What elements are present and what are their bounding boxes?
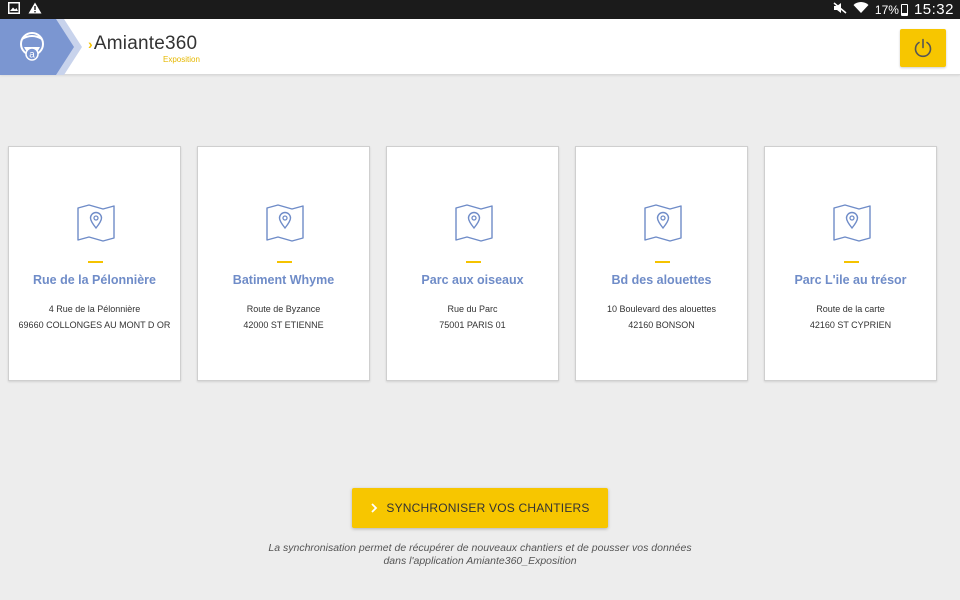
map-pin-icon	[644, 204, 682, 242]
battery-icon	[900, 3, 908, 16]
chantier-title: Bd des alouettes	[611, 273, 712, 287]
separator	[844, 261, 859, 263]
chantier-city: 42160 ST CYPRIEN	[809, 320, 892, 330]
map-pin-icon	[77, 204, 115, 242]
chevron-right-icon	[371, 503, 378, 513]
warning-icon	[28, 2, 42, 17]
chantier-title: Parc L'ile au trésor	[794, 273, 907, 287]
app-header: a ›Amiante360 Exposition	[0, 19, 960, 75]
power-icon	[914, 38, 932, 58]
sync-note-line1: La synchronisation permet de récupérer d…	[268, 542, 692, 554]
battery-percent: 17%	[874, 2, 899, 17]
brand-title: ›Amiante360	[88, 33, 197, 55]
chantier-title: Batiment Whyme	[232, 273, 335, 287]
separator	[466, 261, 481, 263]
chantier-city: 75001 PARIS 01	[439, 320, 506, 330]
brand-name: Amiante360	[93, 33, 198, 54]
power-button[interactable]	[900, 29, 946, 67]
separator	[88, 261, 103, 263]
chantier-city: 42160 BONSON	[628, 320, 695, 330]
brand-subtitle: Exposition	[163, 55, 200, 64]
separator	[277, 261, 292, 263]
sync-button[interactable]: SYNCHRONISER VOS CHANTIERS	[352, 488, 608, 528]
logo-letter: a	[29, 50, 35, 61]
chantier-city: 42000 ST ETIENNE	[243, 320, 324, 330]
chantier-card[interactable]: Batiment Whyme Route de Byzance 42000 ST…	[197, 146, 370, 381]
mute-icon	[833, 2, 847, 17]
chantier-city: 69660 COLLONGES AU MONT D OR	[18, 320, 171, 330]
map-pin-icon	[455, 204, 493, 242]
sync-button-label: SYNCHRONISER VOS CHANTIERS	[386, 501, 590, 515]
chantier-card[interactable]: Rue de la Pélonnière 4 Rue de la Pélonni…	[8, 146, 181, 381]
chantier-card[interactable]: Bd des alouettes 10 Boulevard des alouet…	[575, 146, 748, 381]
chantier-address: Route de la carte	[816, 304, 885, 314]
sync-note-line2: dans l'application Amiante360_Exposition	[383, 555, 577, 567]
chantier-address: 4 Rue de la Pélonnière	[48, 304, 141, 314]
chantier-card[interactable]: Parc L'ile au trésor Route de la carte 4…	[764, 146, 937, 381]
brand-chevron-icon: ›	[88, 36, 93, 52]
chantier-title: Rue de la Pélonnière	[33, 273, 156, 287]
separator	[655, 261, 670, 263]
map-pin-icon	[266, 204, 304, 242]
status-bar: 17% 15:32	[0, 0, 960, 19]
clock: 15:32	[913, 1, 954, 18]
gallery-icon	[8, 2, 20, 17]
chantier-list: Rue de la Pélonnière 4 Rue de la Pélonni…	[8, 146, 952, 381]
chantier-address: Route de Byzance	[246, 304, 321, 314]
map-pin-icon	[833, 204, 871, 242]
chantier-title: Parc aux oiseaux	[421, 273, 524, 287]
wifi-icon	[853, 2, 869, 17]
chantier-address: Rue du Parc	[447, 304, 498, 314]
chantier-card[interactable]: Parc aux oiseaux Rue du Parc 75001 PARIS…	[386, 146, 559, 381]
chantier-address: 10 Boulevard des alouettes	[606, 304, 717, 314]
sync-note: La synchronisation permet de récupérer d…	[0, 542, 960, 568]
app-logo: a	[0, 19, 84, 75]
